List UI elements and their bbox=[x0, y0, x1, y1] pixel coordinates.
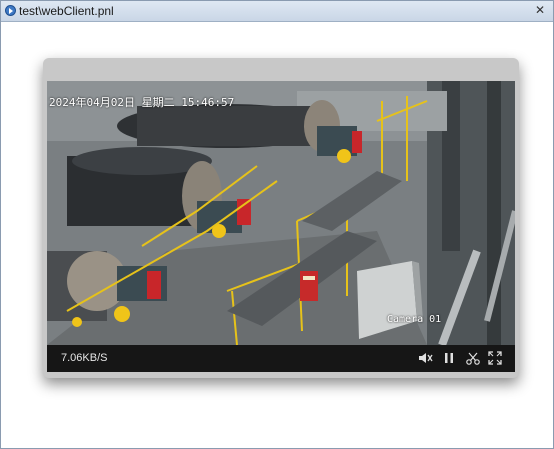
window-title: test\webClient.pnl bbox=[19, 4, 114, 18]
camera-video-feed[interactable]: 2024年04月02日 星期二 15:46:57 Camera 01 bbox=[47, 81, 515, 345]
video-player: 2024年04月02日 星期二 15:46:57 Camera 01 7.06K… bbox=[43, 58, 519, 378]
pause-icon[interactable] bbox=[441, 350, 457, 366]
client-window: test\webClient.pnl ✕ 2024年04月02日 星期二 15:… bbox=[0, 0, 554, 449]
control-bar: 7.06KB/S bbox=[47, 345, 515, 372]
title-bar[interactable]: test\webClient.pnl ✕ bbox=[1, 1, 553, 22]
mute-icon[interactable] bbox=[417, 350, 433, 366]
osd-camera-label: Camera 01 bbox=[387, 314, 442, 325]
camera-scene-image bbox=[47, 81, 515, 345]
fullscreen-icon[interactable] bbox=[487, 350, 503, 366]
close-button[interactable]: ✕ bbox=[533, 3, 547, 17]
snapshot-scissors-icon[interactable] bbox=[465, 350, 481, 366]
osd-datetime: 2024年04月02日 星期二 15:46:57 bbox=[49, 96, 235, 109]
app-play-icon bbox=[5, 5, 16, 16]
bitrate-readout: 7.06KB/S bbox=[61, 352, 108, 364]
